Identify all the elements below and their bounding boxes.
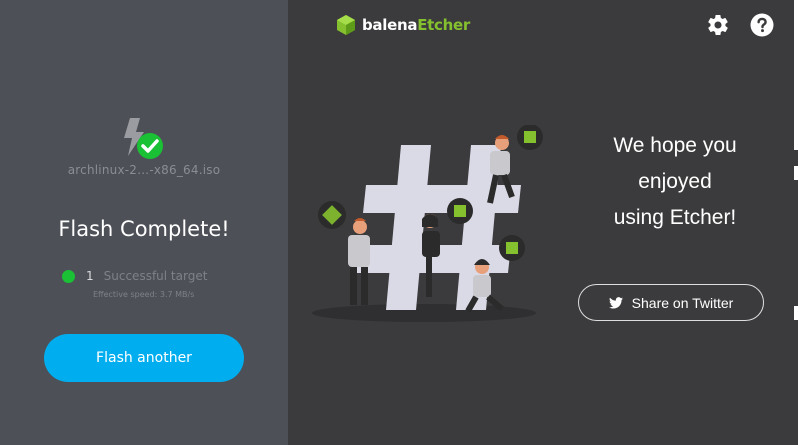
cube-logo-icon xyxy=(337,15,355,35)
result-row: 1 Successful target xyxy=(62,269,207,283)
thanks-line-2: enjoyed xyxy=(638,170,712,193)
thanks-message: We hope you enjoyed using Etcher! xyxy=(574,128,776,236)
gear-icon[interactable] xyxy=(706,13,730,37)
image-filename: archlinux-2…-x86_64.iso xyxy=(67,163,221,177)
success-count: 1 xyxy=(86,269,94,283)
thanks-line-3: using Etcher! xyxy=(613,206,737,229)
balena-etcher-logo: balena Etcher xyxy=(336,14,470,36)
flash-complete-icon xyxy=(124,118,163,159)
window-edge xyxy=(794,0,798,150)
logo-text-balena: balena xyxy=(362,16,418,34)
left-panel: archlinux-2…-x86_64.iso Flash Complete! … xyxy=(0,0,288,445)
success-label: Successful target xyxy=(103,269,208,283)
logo-text-etcher: Etcher xyxy=(417,16,470,34)
flash-complete-title: Flash Complete! xyxy=(58,217,230,241)
thanks-line-1: We hope you xyxy=(613,134,737,157)
hashtag-illustration xyxy=(312,125,543,322)
effective-speed: Effective speed: 3.7 MB/s xyxy=(93,290,195,299)
share-label: Share on Twitter xyxy=(631,294,734,311)
window-edge xyxy=(794,166,798,180)
help-icon[interactable] xyxy=(750,13,774,37)
share-on-twitter-button[interactable]: Share on Twitter xyxy=(578,284,764,321)
success-status-dot xyxy=(62,269,75,283)
flash-another-button[interactable]: Flash another xyxy=(44,334,244,382)
twitter-icon xyxy=(608,296,623,309)
window-edge xyxy=(794,306,798,320)
